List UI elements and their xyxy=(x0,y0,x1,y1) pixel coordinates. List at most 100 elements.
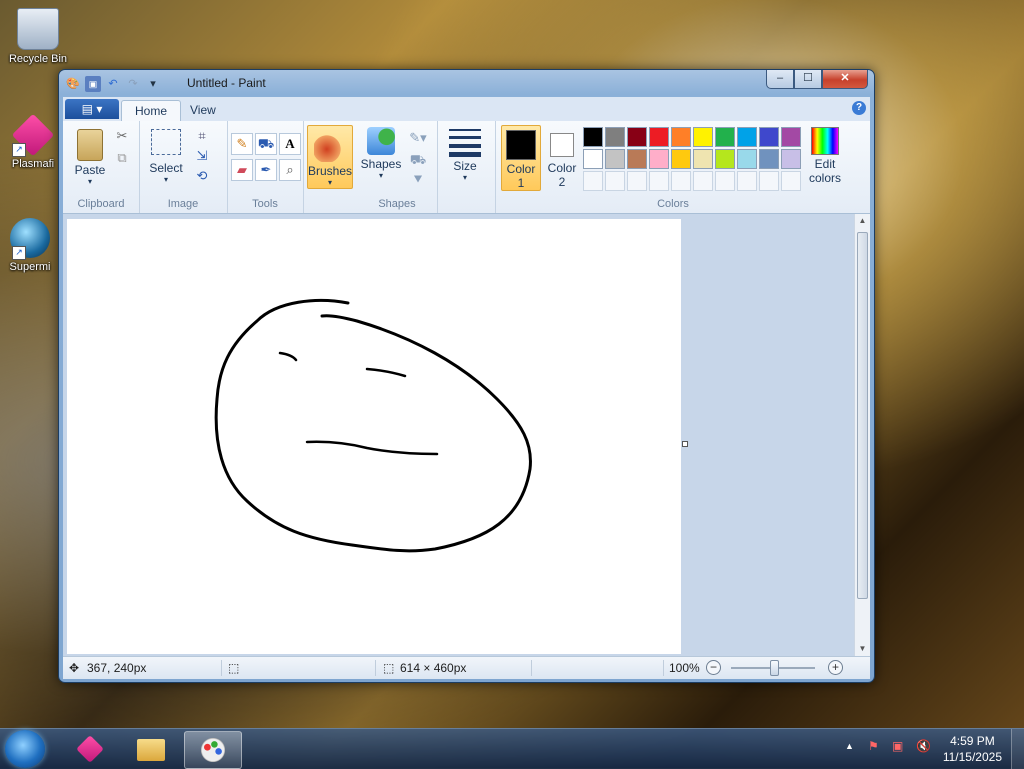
magnifier-icon[interactable]: ⌕ xyxy=(279,159,301,181)
color2-button[interactable]: Color 2 xyxy=(543,125,581,189)
palette-empty-swatch[interactable] xyxy=(693,171,713,191)
scroll-down-icon[interactable]: ▼ xyxy=(855,642,870,656)
folder-icon xyxy=(137,739,165,761)
taskbar-explorer[interactable] xyxy=(123,731,179,767)
taskbar-paint[interactable] xyxy=(184,731,242,769)
shapes-button[interactable]: Shapes ▾ xyxy=(359,127,403,180)
start-button[interactable] xyxy=(5,730,45,768)
resize-icon[interactable]: ⇲ xyxy=(193,147,211,165)
action-center-icon[interactable]: ⚑ xyxy=(868,739,879,753)
palette-swatch[interactable] xyxy=(627,149,647,169)
brushes-group: Brushes ▾ xyxy=(303,121,357,213)
palette-swatch[interactable] xyxy=(737,127,757,147)
copy-icon[interactable]: ⧉ xyxy=(113,149,131,167)
edit-colors-button[interactable]: Edit colors xyxy=(805,127,845,185)
volume-muted-icon[interactable]: 🔇 xyxy=(916,739,931,753)
zoom-out-button[interactable]: − xyxy=(706,660,721,675)
maximize-button[interactable]: ☐ xyxy=(794,70,822,89)
redo-icon[interactable]: ↷ xyxy=(125,76,141,92)
size-button[interactable]: Size ▾ xyxy=(443,129,487,182)
palette-swatch[interactable] xyxy=(583,149,603,169)
brushes-button[interactable]: Brushes ▾ xyxy=(307,125,353,189)
pencil-icon[interactable]: ✎ xyxy=(231,133,253,155)
taskbar-plasmafi[interactable] xyxy=(62,731,118,767)
paint-menu-button[interactable]: ▤ ▾ xyxy=(65,99,119,119)
rotate-icon[interactable]: ⟲ xyxy=(193,167,211,185)
palette-empty-swatch[interactable] xyxy=(737,171,757,191)
undo-icon[interactable]: ↶ xyxy=(105,76,121,92)
tab-home[interactable]: Home xyxy=(121,100,182,122)
canvas-resize-handle-right[interactable] xyxy=(682,441,688,447)
palette-swatch[interactable] xyxy=(671,149,691,169)
palette-swatch[interactable] xyxy=(649,127,669,147)
edit-colors-line1: Edit xyxy=(814,157,836,171)
palette-swatch[interactable] xyxy=(693,149,713,169)
eraser-icon[interactable]: ▰ xyxy=(231,159,253,181)
close-button[interactable]: ✕ xyxy=(822,70,868,89)
palette-swatch[interactable] xyxy=(605,149,625,169)
network-icon[interactable]: ▣ xyxy=(892,739,903,753)
shape-fill-icon[interactable]: ⛟▾ xyxy=(409,151,427,185)
palette-empty-swatch[interactable] xyxy=(715,171,735,191)
palette-empty-swatch[interactable] xyxy=(605,171,625,191)
palette-empty-swatch[interactable] xyxy=(781,171,801,191)
supermium-shortcut-icon[interactable]: ↗ Supermi xyxy=(0,218,60,273)
cut-icon[interactable]: ✂ xyxy=(113,127,131,145)
palette-empty-swatch[interactable] xyxy=(671,171,691,191)
show-hidden-icons[interactable]: ▲ xyxy=(845,741,854,751)
plasmafi-shortcut-icon[interactable]: ↗ Plasmafi xyxy=(0,115,66,170)
scroll-up-icon[interactable]: ▲ xyxy=(855,214,870,228)
palette-empty-swatch[interactable] xyxy=(649,171,669,191)
size-label: Size xyxy=(453,159,477,173)
palette-empty-swatch[interactable] xyxy=(583,171,603,191)
show-desktop-button[interactable] xyxy=(1011,729,1024,769)
palette-empty-swatch[interactable] xyxy=(759,171,779,191)
vertical-scrollbar[interactable]: ▲ ▼ xyxy=(854,214,870,656)
zoom-in-button[interactable]: + xyxy=(828,660,843,675)
paint-app-icon[interactable]: 🎨 xyxy=(65,76,81,92)
fill-icon[interactable]: ⛟ xyxy=(255,133,277,155)
window-title: Untitled - Paint xyxy=(187,76,266,90)
color1-button[interactable]: Color 1 xyxy=(501,125,541,191)
select-button[interactable]: Select ▾ xyxy=(147,129,185,184)
paste-button[interactable]: Paste ▾ xyxy=(71,129,109,186)
minimize-button[interactable]: – xyxy=(766,70,794,89)
save-icon[interactable]: ▣ xyxy=(85,76,101,92)
color-palette xyxy=(583,121,803,191)
palette-swatch[interactable] xyxy=(605,127,625,147)
color1-swatch xyxy=(506,130,536,160)
palette-swatch[interactable] xyxy=(671,127,691,147)
zoom-slider-thumb[interactable] xyxy=(770,660,779,676)
palette-swatch[interactable] xyxy=(715,149,735,169)
color1-label-line1: Color xyxy=(506,162,536,176)
taskbar: ▲ ⚑ ▣ 🔇 4:59 PM 11/15/2025 xyxy=(0,728,1024,769)
palette-swatch[interactable] xyxy=(781,149,801,169)
palette-swatch[interactable] xyxy=(583,127,603,147)
help-icon[interactable]: ? xyxy=(852,101,866,115)
customize-qat-icon[interactable]: ▾ xyxy=(145,76,161,92)
outline-icon[interactable]: ✎▾ xyxy=(409,129,427,147)
palette-swatch[interactable] xyxy=(715,127,735,147)
title-bar[interactable]: 🎨 ▣ ↶ ↷ ▾ Untitled - Paint – ☐ ✕ xyxy=(59,70,874,96)
recycle-bin-icon[interactable]: Recycle Bin xyxy=(3,8,73,65)
system-tray: ▲ ⚑ ▣ 🔇 xyxy=(840,729,950,769)
canvas-workspace xyxy=(63,214,854,656)
palette-swatch[interactable] xyxy=(781,127,801,147)
palette-empty-swatch[interactable] xyxy=(627,171,647,191)
tab-view[interactable]: View xyxy=(177,100,229,121)
palette-swatch[interactable] xyxy=(737,149,757,169)
palette-swatch[interactable] xyxy=(693,127,713,147)
palette-swatch[interactable] xyxy=(649,149,669,169)
paste-label: Paste xyxy=(74,163,106,177)
image-group-label: Image xyxy=(167,198,199,210)
text-icon[interactable]: A xyxy=(279,133,301,155)
palette-swatch[interactable] xyxy=(759,149,779,169)
drawing-canvas[interactable] xyxy=(67,219,681,654)
palette-swatch[interactable] xyxy=(627,127,647,147)
color-picker-icon[interactable]: ✒ xyxy=(255,159,277,181)
scroll-thumb[interactable] xyxy=(857,232,868,599)
clock[interactable]: 4:59 PM 11/15/2025 xyxy=(943,733,1002,765)
clipboard-group: Paste ▾ ✂ ⧉ Clipboard xyxy=(63,121,140,213)
crop-icon[interactable]: ⌗ xyxy=(193,127,211,145)
palette-swatch[interactable] xyxy=(759,127,779,147)
